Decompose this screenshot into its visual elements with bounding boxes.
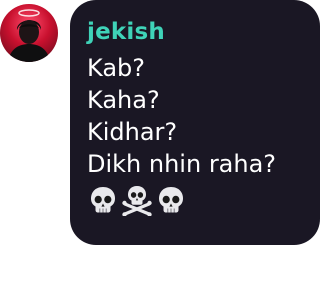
avatar-portrait-icon — [8, 9, 50, 62]
chat-message: jekish Kab? Kaha? Kidhar? Dikh nhin raha… — [0, 0, 320, 292]
skull-and-crossbones-icon — [122, 186, 152, 216]
emoji-row — [87, 184, 320, 216]
skull-icon — [159, 187, 183, 213]
message-line: Kaha? — [87, 86, 160, 114]
skull-icon — [91, 187, 115, 213]
message-line: Kab? — [87, 54, 145, 82]
username[interactable]: jekish — [87, 18, 320, 46]
message-line: Kidhar? — [87, 118, 178, 146]
message-bubble[interactable]: jekish Kab? Kaha? Kidhar? Dikh nhin raha… — [70, 0, 320, 245]
message-line: Dikh nhin raha? — [87, 150, 277, 178]
avatar[interactable] — [0, 4, 58, 62]
